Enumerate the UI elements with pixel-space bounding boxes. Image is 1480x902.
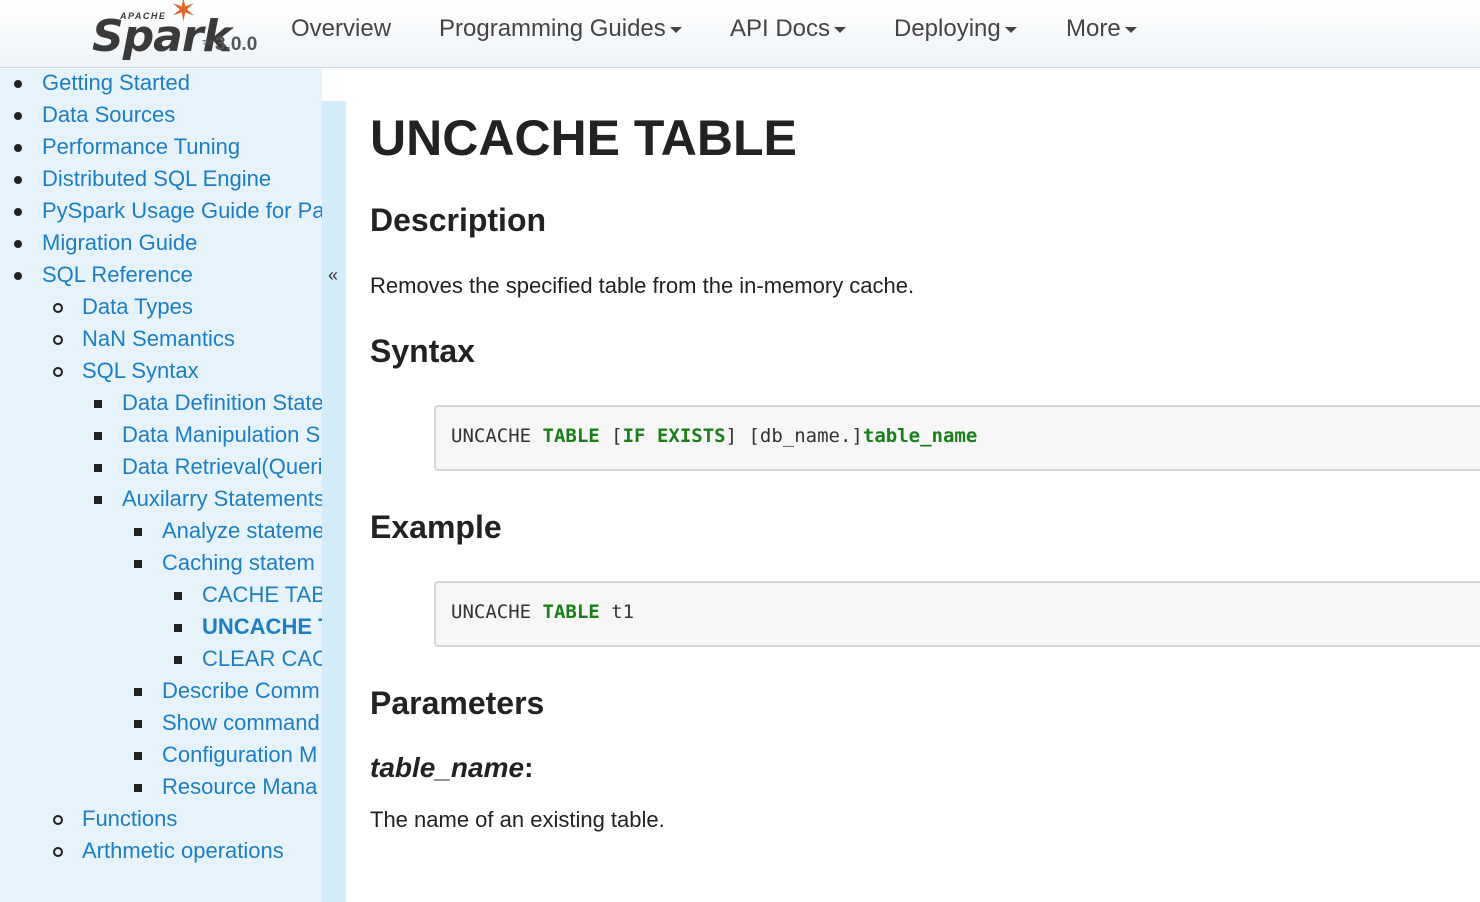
bullet-disc-icon <box>14 144 22 152</box>
bullet-square-icon <box>134 720 142 728</box>
sidebar-item-clear-cache[interactable]: CLEAR CAC <box>202 645 322 673</box>
bullet-square-icon <box>134 560 142 568</box>
nav-deploying-label: Deploying <box>894 15 1001 42</box>
sidebar-item-analyze-statements[interactable]: Analyze stateme <box>162 517 322 545</box>
code-text: UNCACHE <box>451 425 543 447</box>
bullet-circle-icon <box>53 815 63 825</box>
nav-more-label: More <box>1066 15 1121 42</box>
bullet-square-icon <box>134 688 142 696</box>
sidebar-item-describe-commands[interactable]: Describe Comm <box>162 677 320 705</box>
syntax-heading: Syntax <box>370 333 475 369</box>
code-keyword: TABLE <box>542 601 600 623</box>
sidebar-item-resource-management[interactable]: Resource Mana <box>162 773 317 801</box>
sidebar-item-performance-tuning[interactable]: Performance Tuning <box>42 133 240 161</box>
caret-down-icon <box>834 26 847 33</box>
nav-api-docs-label: API Docs <box>730 15 831 42</box>
syntax-code-block: UNCACHE TABLE [IF EXISTS] [db_name.]tabl… <box>434 405 1480 471</box>
bullet-square-icon <box>174 624 182 632</box>
sidebar-item-sql-reference[interactable]: SQL Reference <box>42 261 193 289</box>
nav-deploying[interactable]: Deploying <box>894 14 1017 44</box>
version-label: 3.0.0 <box>215 34 258 55</box>
bullet-square-icon <box>94 400 102 408</box>
example-code-block: UNCACHE TABLE t1 <box>434 581 1480 647</box>
bullet-disc-icon <box>14 272 22 280</box>
nav-api-docs[interactable]: API Docs <box>730 14 847 44</box>
collapse-sidebar-icon[interactable]: « <box>328 265 338 286</box>
bullet-circle-icon <box>53 335 63 345</box>
code-keyword: EXISTS <box>656 425 726 447</box>
sidebar-item-auxiliary-statements[interactable]: Auxilarry Statements <box>122 485 322 513</box>
sidebar: Getting Started Data Sources Performance… <box>0 69 322 902</box>
sidebar-item-cache-table[interactable]: CACHE TAB <box>202 581 322 609</box>
sidebar-item-show-commands[interactable]: Show command <box>162 709 320 737</box>
nav-programming-guides[interactable]: Programming Guides <box>439 14 682 44</box>
bullet-disc-icon <box>14 112 22 120</box>
sidebar-item-sql-syntax[interactable]: SQL Syntax <box>82 357 199 385</box>
sidebar-item-migration-guide[interactable]: Migration Guide <box>42 229 197 257</box>
bullet-circle-icon <box>53 367 63 377</box>
sidebar-item-nan-semantics[interactable]: NaN Semantics <box>82 325 235 353</box>
bullet-square-icon <box>174 656 182 664</box>
bullet-square-icon <box>134 752 142 760</box>
bullet-disc-icon <box>14 80 22 88</box>
logo-spark-text: Spark <box>92 11 232 62</box>
top-navbar: ✶ APACHE Spark TM 3.0.0 Overview Program… <box>0 0 1480 68</box>
logo-tm: TM <box>202 40 213 47</box>
bullet-disc-icon <box>14 176 22 184</box>
code-text: ] [db_name.] <box>725 425 863 447</box>
code-text: [ <box>599 425 623 447</box>
nav-programming-guides-label: Programming Guides <box>439 15 666 42</box>
bullet-square-icon <box>134 528 142 536</box>
sidebar-item-pyspark-usage-guide[interactable]: PySpark Usage Guide for Pa <box>42 197 322 225</box>
bullet-circle-icon <box>53 303 63 313</box>
bullet-disc-icon <box>14 208 22 216</box>
code-keyword: IF <box>622 425 646 447</box>
main-content: UNCACHE TABLE Description Removes the sp… <box>346 69 1480 902</box>
bullet-square-icon <box>94 432 102 440</box>
nav-overview[interactable]: Overview <box>291 14 391 44</box>
sidebar-item-data-sources[interactable]: Data Sources <box>42 101 175 129</box>
sidebar-item-arithmetic-operations[interactable]: Arthmetic operations <box>82 837 284 865</box>
parameters-heading: Parameters <box>370 685 545 721</box>
code-keyword: table_name <box>862 425 978 447</box>
spark-logo[interactable]: ✶ APACHE Spark TM 3.0.0 <box>90 0 265 66</box>
bullet-square-icon <box>94 496 102 504</box>
sidebar-item-uncache-table[interactable]: UNCACHE T <box>202 613 322 641</box>
caret-down-icon <box>669 26 682 33</box>
bullet-disc-icon <box>14 240 22 248</box>
sidebar-item-data-definition[interactable]: Data Definition State <box>122 389 322 417</box>
sidebar-item-caching-statements[interactable]: Caching statem <box>162 549 315 577</box>
sidebar-item-getting-started[interactable]: Getting Started <box>42 69 190 97</box>
parameter-colon: : <box>524 752 534 783</box>
caret-down-icon <box>1124 26 1137 33</box>
description-text: Removes the specified table from the in-… <box>370 273 915 298</box>
bullet-square-icon <box>94 464 102 472</box>
parameter-description: The name of an existing table. <box>370 807 665 832</box>
bullet-square-icon <box>134 784 142 792</box>
nav-more[interactable]: More <box>1066 14 1137 44</box>
nav-overview-label: Overview <box>291 15 392 42</box>
sidebar-item-distributed-sql-engine[interactable]: Distributed SQL Engine <box>42 165 271 193</box>
parameter-name: table_name <box>370 752 525 783</box>
code-text: UNCACHE <box>451 601 543 623</box>
example-heading: Example <box>370 509 502 545</box>
caret-down-icon <box>1004 26 1017 33</box>
bullet-square-icon <box>174 592 182 600</box>
bullet-circle-icon <box>53 847 63 857</box>
page-title: UNCACHE TABLE <box>370 110 797 166</box>
sidebar-item-data-retrieval[interactable]: Data Retrieval(Queri <box>122 453 322 481</box>
parameter-name-heading: table_name: <box>370 752 533 784</box>
sidebar-collapse-bar[interactable] <box>322 101 346 902</box>
sidebar-item-data-types[interactable]: Data Types <box>82 293 193 321</box>
description-heading: Description <box>370 202 547 238</box>
code-keyword: TABLE <box>542 425 600 447</box>
sidebar-item-functions[interactable]: Functions <box>82 805 177 833</box>
sidebar-item-configuration-management[interactable]: Configuration M <box>162 741 317 769</box>
sidebar-item-data-manipulation[interactable]: Data Manipulation S <box>122 421 320 449</box>
code-text: t1 <box>599 601 635 623</box>
